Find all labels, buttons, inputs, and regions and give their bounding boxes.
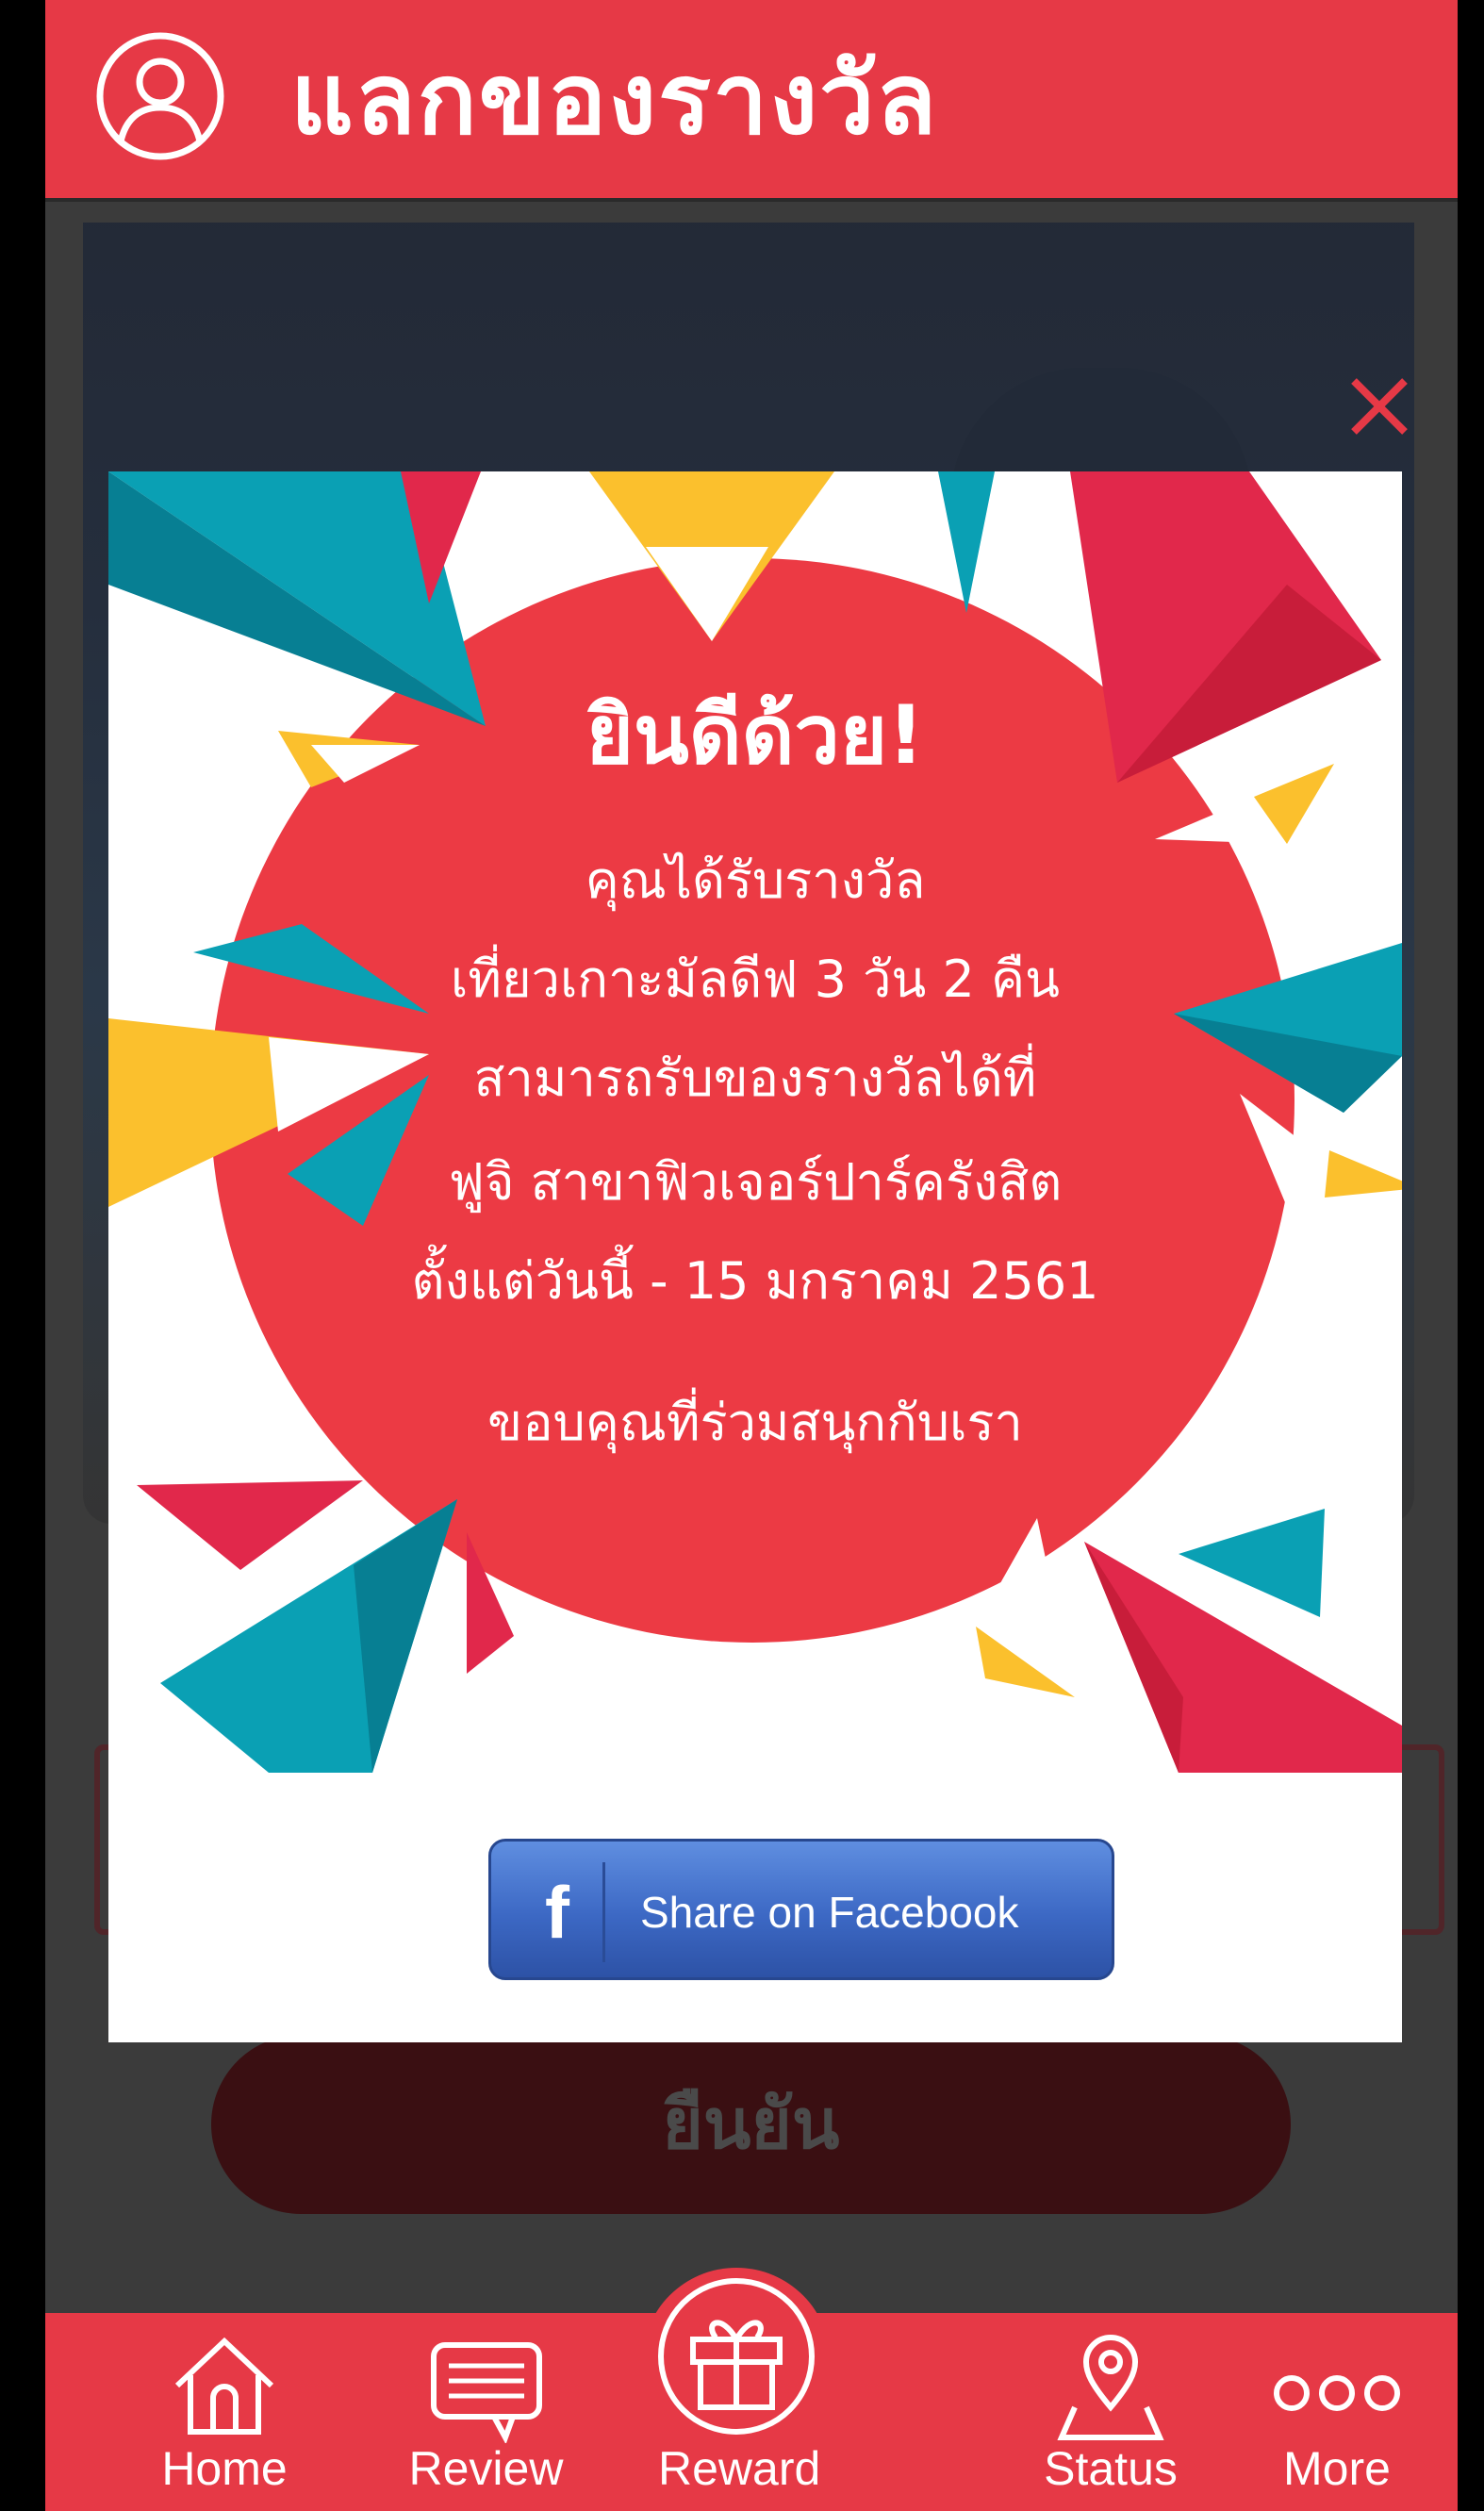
nav-item-status[interactable]: Status xyxy=(988,2313,1233,2511)
page-title: แลกของรางวัล xyxy=(290,41,939,157)
prize-line-3: สามารถรับของรางวัลได้ที่ xyxy=(473,1049,1037,1108)
nav-label-status: Status xyxy=(1044,2442,1178,2495)
thanks-text: ขอบคุณที่ร่วมสนุกกับเรา xyxy=(487,1393,1023,1452)
more-dots-icon xyxy=(1274,2375,1400,2411)
nav-item-review[interactable]: Review xyxy=(361,2313,611,2511)
profile-button[interactable] xyxy=(94,30,226,162)
reward-success-modal: ยินดีด้วย! คุณได้รับรางวัล เที่ยวเกาะมัล… xyxy=(108,471,1402,2042)
prize-line-5: ตั้งแต่วันนี้ - 15 มกราคม 2561 xyxy=(411,1251,1099,1311)
prize-line-4: ฟูจิ สาขาฟิวเจอร์ปาร์ครังสิต xyxy=(448,1152,1063,1212)
prize-line-1: คุณได้รับรางวัล xyxy=(585,851,926,910)
app-header: แลกของรางวัล xyxy=(45,0,1458,202)
nav-label-review: Review xyxy=(408,2442,564,2495)
gift-icon xyxy=(658,2278,815,2435)
close-icon xyxy=(1351,378,1408,435)
chat-bubble-icon xyxy=(430,2342,542,2443)
prize-line-2: เที่ยวเกาะมัลดีฟ 3 วัน 2 คืน xyxy=(450,950,1061,1009)
congrats-heading: ยินดีด้วย! xyxy=(585,688,925,783)
close-modal-button[interactable] xyxy=(1346,373,1412,439)
share-facebook-label: Share on Facebook xyxy=(640,1888,1019,1937)
map-pin-icon xyxy=(1057,2335,1164,2440)
nav-item-reward[interactable]: Reward xyxy=(658,2278,821,2511)
facebook-icon: f xyxy=(545,1871,569,1954)
nav-item-home[interactable]: Home xyxy=(102,2313,347,2511)
confirm-button: ยืนยัน xyxy=(211,2035,1291,2214)
user-circle-icon xyxy=(96,32,224,160)
confetti-decoration xyxy=(108,471,1402,1773)
home-icon xyxy=(174,2337,274,2435)
button-divider xyxy=(602,1862,605,1962)
app-screen: แลกของรางวัล ยืนยัน ยินดีด้วย! คุณได้รับ… xyxy=(45,0,1458,2511)
nav-label-more: More xyxy=(1283,2442,1391,2495)
nav-label-home: Home xyxy=(161,2442,288,2495)
nav-label-reward: Reward xyxy=(658,2442,821,2495)
nav-item-more[interactable]: More xyxy=(1233,2313,1441,2511)
share-facebook-button[interactable]: f Share on Facebook xyxy=(488,1839,1114,1980)
